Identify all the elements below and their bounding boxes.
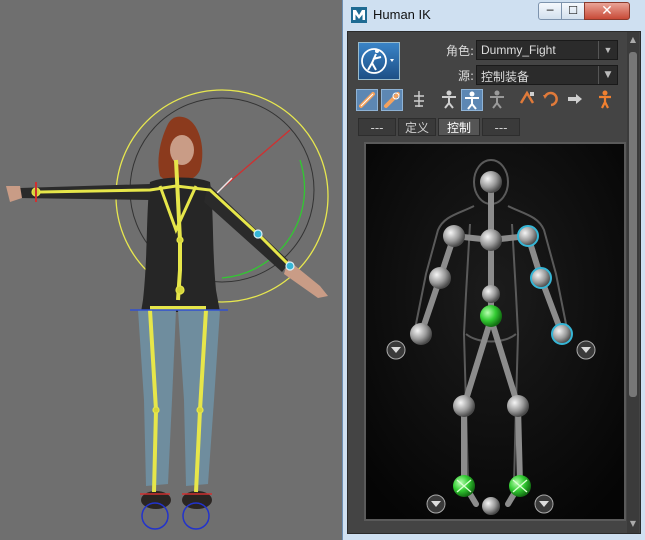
pose-icon[interactable] — [516, 89, 538, 111]
body-part-icon[interactable] — [438, 89, 460, 111]
tab-blank-2[interactable]: --- — [482, 118, 520, 136]
source-value: 控制装备 — [481, 70, 530, 84]
character-label: 角色: — [445, 44, 474, 58]
hips-effector — [480, 305, 502, 327]
minimize-button[interactable]: ─ — [538, 2, 562, 20]
person-icon[interactable] — [594, 89, 616, 111]
fk-icon[interactable] — [486, 89, 508, 111]
scroll-thumb[interactable] — [629, 52, 637, 397]
left-wrist-effector — [410, 323, 432, 345]
selection-icon[interactable] — [461, 89, 483, 111]
spine-effector — [482, 285, 500, 303]
character-rig-scene[interactable] — [0, 0, 342, 540]
human-ik-panel: 角色: Dummy_Fight ▼ 源: 控制装备 ▼ --- 定义 控制 --… — [347, 31, 641, 534]
right-wrist-effector — [551, 323, 573, 345]
source-dropdown[interactable]: 控制装备 ▼ — [476, 65, 618, 85]
viewport[interactable] — [0, 0, 342, 540]
toolbar — [356, 89, 626, 115]
ground-effector — [482, 497, 500, 515]
character-body — [6, 116, 328, 509]
tab-blank-1[interactable]: --- — [358, 118, 396, 136]
right-shoulder-effector — [517, 225, 539, 247]
scroll-up-icon[interactable]: ▲ — [627, 34, 639, 46]
close-button[interactable]: ✕ — [584, 2, 630, 20]
scroll-down-icon[interactable]: ▼ — [627, 518, 639, 530]
pin-rotation-icon[interactable] — [381, 89, 403, 111]
right-elbow-effector — [530, 267, 552, 289]
chevron-down-icon: ▼ — [598, 66, 617, 84]
tab-controls[interactable]: 控制 — [438, 118, 480, 136]
full-body-icon[interactable] — [408, 89, 430, 111]
control-rig-figure[interactable] — [366, 144, 624, 519]
window-title: Human IK — [373, 7, 431, 22]
right-knee-effector — [507, 395, 529, 417]
tab-definition[interactable]: 定义 — [398, 118, 436, 136]
character-value: Dummy_Fight — [481, 43, 556, 57]
mirror-icon[interactable] — [564, 89, 586, 111]
control-rig-view[interactable] — [364, 142, 626, 521]
chest-effector — [480, 229, 502, 251]
left-elbow-effector — [429, 267, 451, 289]
character-stick-figure-icon — [361, 48, 394, 74]
vertical-scrollbar[interactable]: ▲ ▼ — [627, 32, 639, 533]
chevron-down-icon: ▼ — [598, 41, 617, 59]
left-knee-effector — [453, 395, 475, 417]
source-label: 源: — [457, 69, 474, 83]
character-dropdown[interactable]: Dummy_Fight ▼ — [476, 40, 618, 60]
head-effector — [480, 171, 502, 193]
character-menu-button[interactable] — [358, 42, 400, 80]
pin-translation-icon[interactable] — [356, 89, 378, 111]
title-bar[interactable]: Human IK ─ ☐ ✕ — [343, 0, 645, 30]
stance-icon[interactable] — [540, 89, 562, 111]
human-ik-window[interactable]: Human IK ─ ☐ ✕ 角色: Dummy_Fight ▼ 源: 控制装备… — [342, 0, 645, 540]
maya-logo-icon — [351, 7, 367, 23]
maximize-button[interactable]: ☐ — [561, 2, 585, 20]
left-shoulder-effector — [443, 225, 465, 247]
